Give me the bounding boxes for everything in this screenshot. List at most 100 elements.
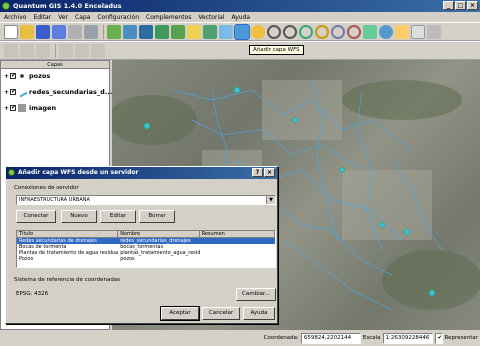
layer-name: pozos (29, 72, 51, 80)
identify-icon[interactable] (379, 24, 393, 39)
qgis-logo-icon (8, 169, 15, 176)
layer-name: redes_secundarias_d... (29, 88, 113, 96)
deselect-icon[interactable] (411, 24, 425, 39)
main-toolbar (0, 22, 480, 41)
delete-connection-button[interactable]: Borrar (139, 210, 175, 223)
layer-imagen[interactable]: + ✔ imagen (4, 103, 56, 113)
print-icon[interactable] (84, 24, 98, 39)
menu-editar[interactable]: Editar (33, 14, 51, 21)
zoom-to-selection-icon[interactable] (315, 24, 329, 39)
save-project-icon[interactable] (36, 24, 50, 39)
cancel-button[interactable]: Cancelar (202, 307, 240, 320)
open-project-icon[interactable] (20, 24, 34, 39)
table-header: Título Nombre Resumen (17, 231, 276, 238)
menu-bar: Archivo Editar Ver Capa Configuración Co… (0, 12, 480, 22)
cell-title: Pozos (19, 256, 34, 262)
scale-input[interactable]: 1:26309228446 (382, 332, 433, 344)
layer-pozos[interactable]: + ✔ pozos (4, 71, 50, 81)
remove-layer-icon[interactable] (203, 24, 217, 39)
new-connection-button[interactable]: Nuevo (61, 210, 97, 223)
edit-connection-button[interactable]: Editar (100, 210, 136, 223)
capture-line-icon[interactable] (75, 43, 89, 58)
maximize-button[interactable]: □ (455, 1, 466, 10)
menu-vectorial[interactable]: Vectorial (198, 14, 224, 21)
render-label: Representar (444, 335, 479, 341)
status-bar: Coordenada: 659824,2202144 Escala 1:2630… (0, 330, 480, 346)
new-project-icon[interactable] (4, 24, 18, 39)
point-layer-icon (18, 72, 26, 80)
column-header-summary[interactable]: Resumen (200, 231, 276, 237)
server-connection-value: INFRAESTRUCTURA URBANA (19, 197, 90, 203)
add-postgis-layer-icon[interactable] (139, 24, 153, 39)
menu-ver[interactable]: Ver (58, 14, 68, 21)
menu-archivo[interactable]: Archivo (4, 14, 26, 21)
zoom-in-icon[interactable] (267, 24, 281, 39)
wfs-layers-table[interactable]: Título Nombre Resumen Redes secundarias … (16, 230, 276, 268)
dialog-help-button[interactable]: ? (252, 168, 263, 177)
crs-value: EPSG: 4326 (16, 291, 49, 297)
layer-redes-secundarias[interactable]: + ✔ redes_secundarias_d... (4, 86, 113, 98)
layer-visibility-checkbox[interactable]: ✔ (10, 89, 16, 95)
dialog-title: Añadir capa WFS desde un servidor (18, 169, 139, 176)
chevron-down-icon[interactable]: ▼ (266, 196, 275, 204)
measure-icon[interactable] (427, 24, 441, 39)
pan-map-icon[interactable] (251, 24, 265, 39)
toolbar-separator (55, 43, 56, 58)
tooltip: Añadir capa WFS (249, 45, 304, 55)
add-spatialite-layer-icon[interactable] (155, 24, 169, 39)
connect-button[interactable]: Conectar (16, 210, 56, 223)
zoom-out-icon[interactable] (283, 24, 297, 39)
cell-name: pozos (120, 256, 135, 262)
layer-name: imagen (29, 104, 57, 112)
server-connections-label: Conexiones de servidor (14, 185, 79, 191)
menu-complementos[interactable]: Complementos (146, 14, 191, 21)
add-vector-layer-icon[interactable] (107, 24, 121, 39)
menu-capa[interactable]: Capa (75, 14, 90, 21)
new-shapefile-icon[interactable] (187, 24, 201, 39)
column-header-name[interactable]: Nombre (118, 231, 200, 237)
zoom-to-layer-icon[interactable] (331, 24, 345, 39)
window-title-bar: Quantum GIS 1.4.0 Enceladus _ □ × (0, 0, 480, 12)
move-feature-icon[interactable] (20, 43, 34, 58)
zoom-full-icon[interactable] (299, 24, 313, 39)
dialog-title-bar: Añadir capa WFS desde un servidor ? × (6, 167, 277, 179)
change-crs-button[interactable]: Cambiar... (236, 288, 276, 301)
window-title: Quantum GIS 1.4.0 Enceladus (13, 2, 122, 10)
add-wfs-layer-icon[interactable] (219, 24, 233, 39)
digitizing-toolbar (0, 41, 480, 60)
capture-polygon-icon[interactable] (91, 43, 105, 58)
server-connection-select[interactable]: INFRAESTRUCTURA URBANA ▼ (16, 195, 276, 205)
zoom-last-icon[interactable] (347, 24, 361, 39)
select-features-icon[interactable] (395, 24, 409, 39)
help-button[interactable]: Ayuda (243, 307, 275, 320)
table-row[interactable]: Pozos pozos (17, 256, 275, 262)
menu-configuracion[interactable]: Configuración (97, 14, 139, 21)
add-raster-layer-icon[interactable] (123, 24, 137, 39)
close-button[interactable]: × (467, 1, 478, 10)
layers-panel-title: Capas (1, 61, 109, 69)
print-composer-icon[interactable] (68, 24, 82, 39)
dialog-close-button[interactable]: × (264, 168, 275, 177)
line-layer-icon (16, 86, 28, 98)
capture-point-icon[interactable] (59, 43, 73, 58)
crs-group: EPSG: 4326 Cambiar... (16, 286, 276, 301)
render-checkbox[interactable]: ✔ (434, 332, 443, 344)
add-wms-layer-icon[interactable] (171, 24, 185, 39)
save-as-icon[interactable] (52, 24, 66, 39)
scale-label: Escala (362, 335, 381, 341)
add-wfs-layer-active-icon[interactable] (234, 23, 250, 40)
menu-ayuda[interactable]: Ayuda (232, 14, 251, 21)
coordinate-label: Coordenada: (263, 335, 299, 341)
toggle-editing-icon[interactable] (4, 43, 18, 58)
node-tool-icon[interactable] (36, 43, 50, 58)
raster-layer-icon (18, 104, 26, 112)
add-wfs-dialog: Añadir capa WFS desde un servidor ? × Co… (5, 166, 278, 324)
minimize-button[interactable]: _ (443, 1, 454, 10)
refresh-icon[interactable] (363, 24, 377, 39)
accept-button[interactable]: Aceptar (160, 306, 200, 321)
layer-visibility-checkbox[interactable]: ✔ (10, 73, 16, 79)
crs-group-label: Sistema de referencia de coordenadas (14, 277, 121, 283)
layer-visibility-checkbox[interactable]: ✔ (10, 105, 16, 111)
column-header-title[interactable]: Título (17, 231, 119, 237)
qgis-logo-icon (2, 2, 10, 10)
